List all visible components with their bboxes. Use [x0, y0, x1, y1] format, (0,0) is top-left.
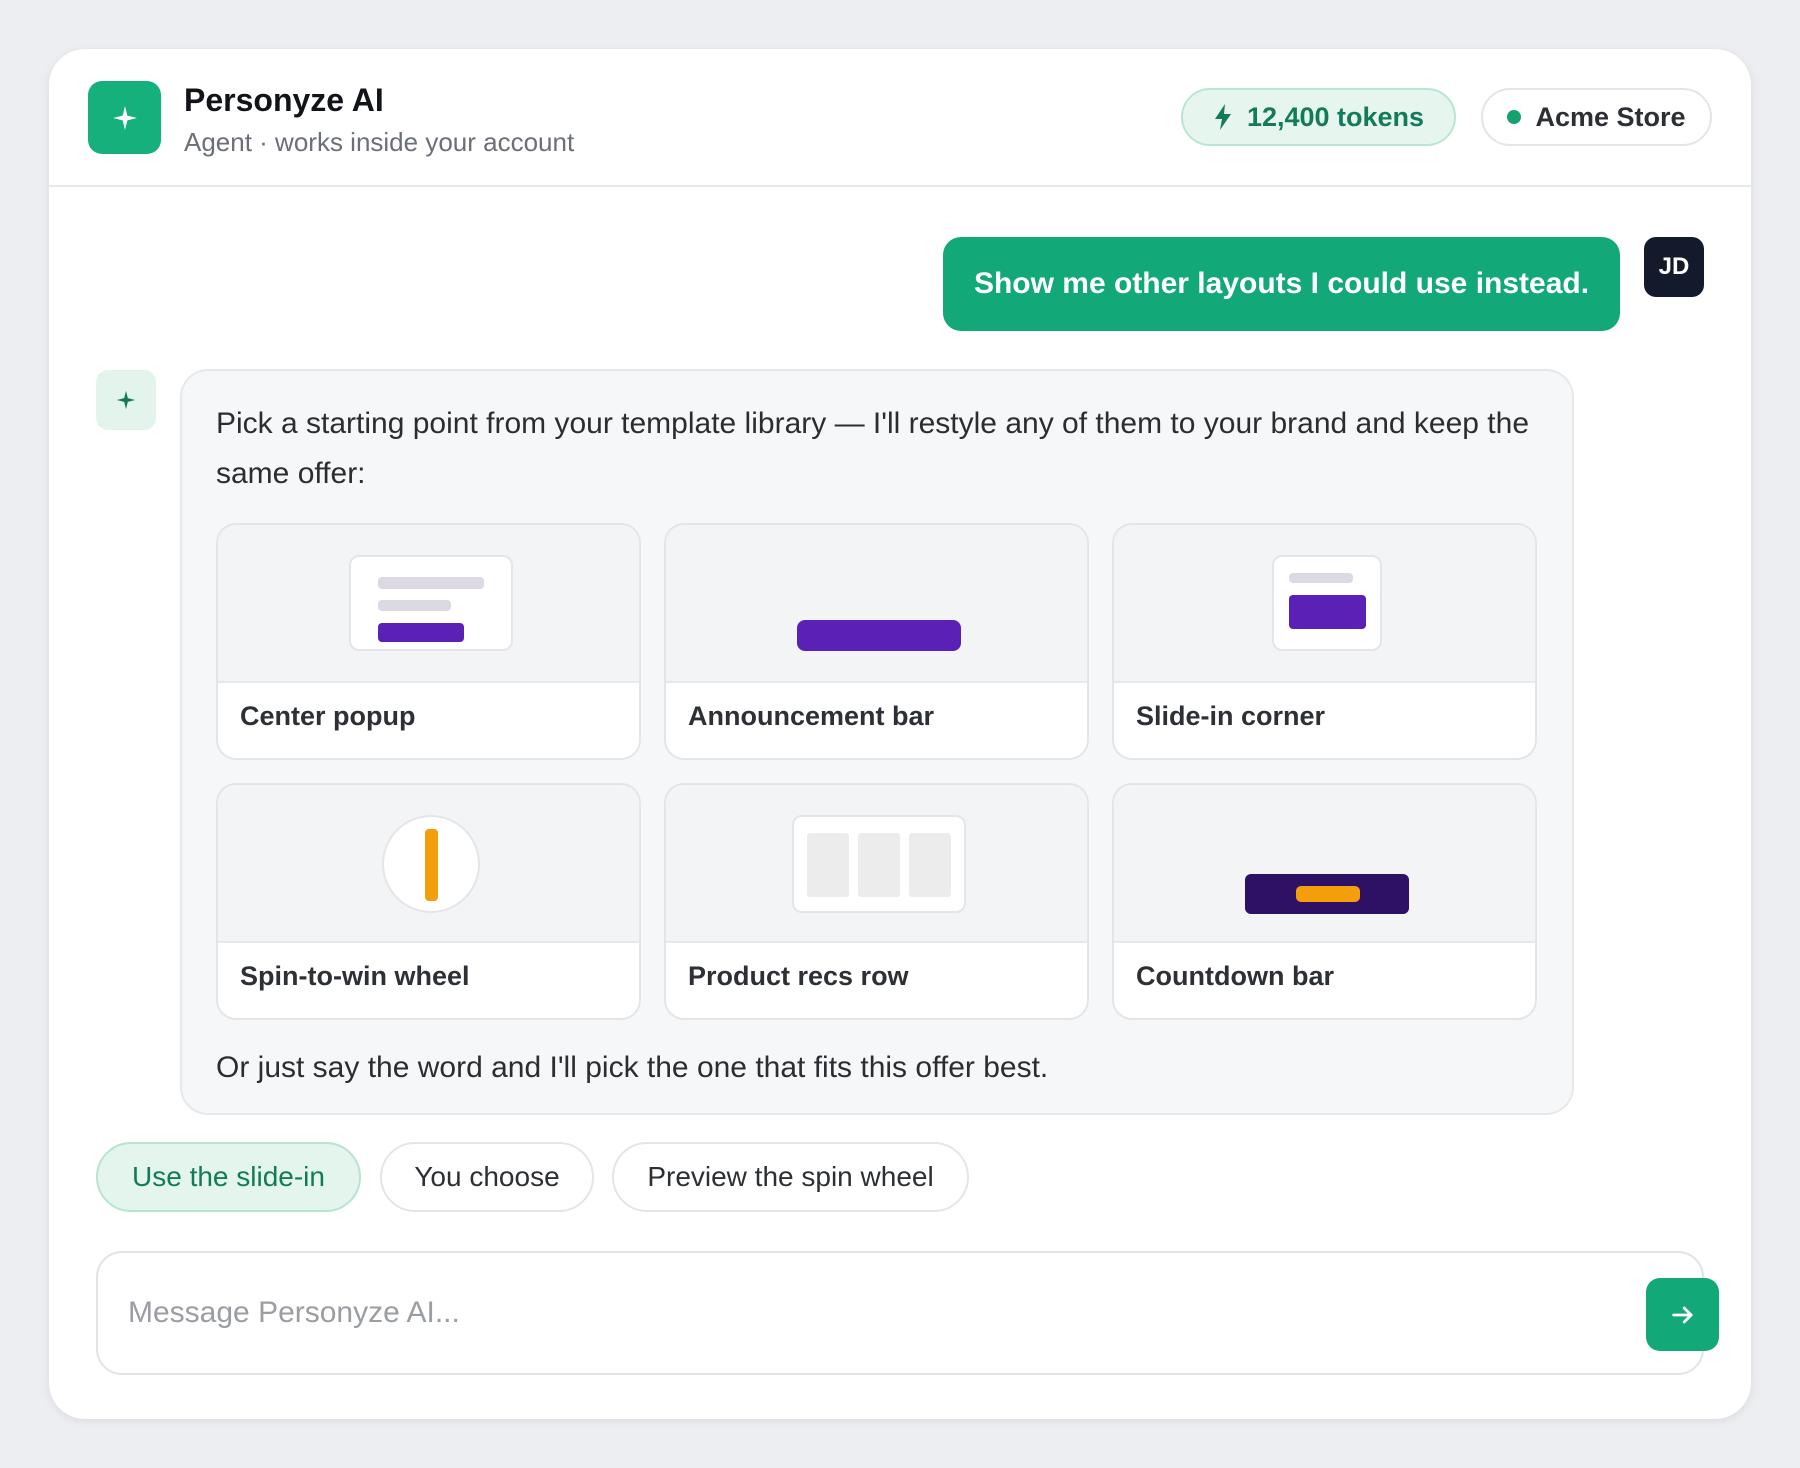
quick-reply-use-slide-in[interactable]: Use the slide-in [96, 1142, 361, 1212]
user-message-bubble: Show me other layouts I could use instea… [943, 237, 1620, 331]
announcement-bar-preview [666, 525, 1087, 683]
center-popup-preview [218, 525, 639, 683]
countdown-bar-preview [1114, 785, 1535, 943]
ai-sparkle-icon [96, 370, 156, 430]
message-composer [96, 1251, 1719, 1375]
template-label: Center popup [240, 701, 416, 731]
store-name: Acme Store [1535, 101, 1686, 132]
template-label: Countdown bar [1136, 961, 1334, 991]
arrow-right-icon [1671, 1306, 1693, 1323]
template-card-announcement-bar[interactable]: Announcement bar [664, 523, 1089, 760]
ai-intro-text: Pick a starting point from your template… [216, 407, 1530, 490]
send-button[interactable] [1646, 1278, 1719, 1351]
sparkle-logo-icon [88, 81, 161, 154]
ai-message-card: Pick a starting point from your template… [180, 369, 1574, 1115]
template-label: Slide-in corner [1136, 701, 1326, 731]
status-dot-icon [1507, 110, 1522, 124]
store-selector[interactable]: Acme Store [1481, 88, 1712, 146]
message-input[interactable] [128, 1283, 1528, 1343]
user-message-text: Show me other layouts I could use instea… [973, 267, 1590, 300]
ai-outro-text: Or just say the word and I'll pick the o… [216, 1051, 1049, 1084]
app-subtitle: Agent · works inside your account [184, 127, 575, 157]
header: Personyze AI Agent · works inside your a… [49, 49, 1751, 187]
quick-reply-you-choose[interactable]: You choose [380, 1142, 594, 1212]
token-count: 12,400 tokens [1246, 101, 1425, 132]
template-label: Spin-to-win wheel [240, 961, 470, 991]
template-card-spin-wheel[interactable]: Spin-to-win wheel [216, 783, 641, 1020]
template-card-product-recs[interactable]: Product recs row [664, 783, 1089, 1020]
template-card-center-popup[interactable]: Center popup [216, 523, 641, 760]
slide-in-corner-preview [1114, 525, 1535, 683]
template-label: Product recs row [688, 961, 909, 991]
template-card-slide-in-corner[interactable]: Slide-in corner [1112, 523, 1537, 760]
token-balance-badge[interactable]: 12,400 tokens [1181, 88, 1456, 146]
quick-reply-preview-spin-wheel[interactable]: Preview the spin wheel [612, 1142, 969, 1212]
product-recs-preview [666, 785, 1087, 943]
chat-window: Personyze AI Agent · works inside your a… [49, 49, 1751, 1419]
user-avatar: JD [1644, 237, 1704, 297]
lightning-icon [1214, 104, 1231, 130]
template-card-countdown-bar[interactable]: Countdown bar [1112, 783, 1537, 1020]
app-title: Personyze AI [184, 82, 384, 118]
spin-wheel-preview [218, 785, 639, 943]
template-label: Announcement bar [688, 701, 935, 731]
